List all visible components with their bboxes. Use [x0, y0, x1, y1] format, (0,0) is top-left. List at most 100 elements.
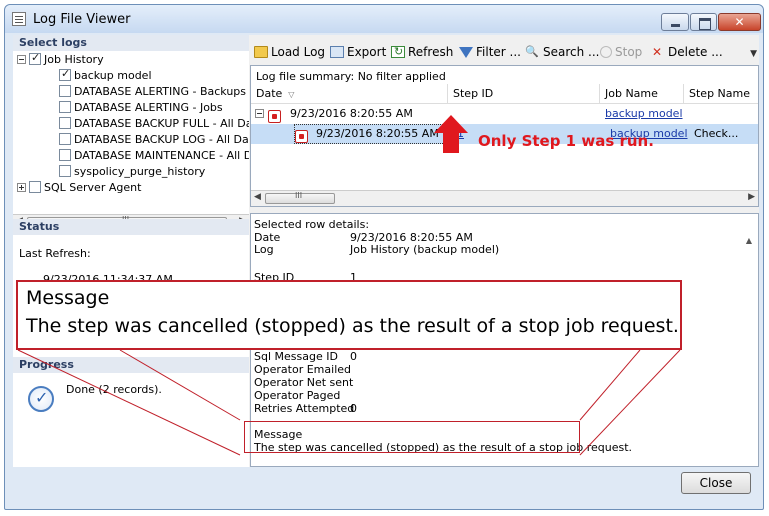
folder-icon	[254, 46, 268, 58]
sql-agent-checkbox[interactable]	[29, 181, 41, 193]
alerting-jobs-checkbox[interactable]	[59, 101, 71, 113]
column-header-label: Step ID	[453, 87, 494, 100]
row-date: 9/23/2016 8:20:55 AM	[290, 107, 413, 120]
scroll-up-icon[interactable]: ▲	[746, 236, 752, 245]
detail-label: Retries Attempted	[254, 402, 355, 415]
detail-value: 0	[350, 350, 357, 363]
export-icon	[330, 46, 344, 58]
detail-label: Operator Emailed	[254, 363, 352, 376]
window-close-button[interactable]: ✕	[718, 13, 761, 31]
tree-item-label: Job History	[44, 53, 104, 66]
column-header-job-name[interactable]: Job Name	[600, 84, 684, 104]
column-header-label: Job Name	[605, 87, 658, 100]
search-icon	[525, 43, 540, 61]
maximize-button[interactable]	[690, 13, 717, 31]
search-button[interactable]: Search ...	[525, 43, 600, 61]
load-log-button[interactable]: Load Log	[254, 43, 325, 61]
detail-value: 0	[350, 402, 357, 415]
progress-header: Progress	[13, 357, 249, 373]
tree-item-label: DATABASE BACKUP LOG - All Da	[74, 133, 249, 146]
syspolicy-checkbox[interactable]	[59, 165, 71, 177]
annotation-note: Only Step 1 was run.	[478, 132, 654, 150]
delete-label: Delete ...	[668, 45, 723, 59]
delete-icon	[651, 43, 665, 61]
row-job-name-link[interactable]: backup model	[605, 104, 683, 124]
refresh-label: Refresh	[408, 45, 454, 59]
tree-item-label: DATABASE MAINTENANCE - All Da	[74, 149, 249, 162]
stop-icon	[600, 46, 612, 58]
scroll-thumb[interactable]: III	[265, 191, 335, 204]
close-button[interactable]: Close	[681, 472, 751, 494]
sort-filter-icon: ▽	[288, 90, 295, 99]
detail-label: Log	[254, 243, 274, 256]
callout-text: The step was cancelled (stopped) as the …	[26, 315, 679, 337]
refresh-button[interactable]: Refresh	[391, 43, 453, 61]
backup-model-checkbox[interactable]	[59, 66, 71, 82]
progress-panel: Done (2 records).	[13, 373, 249, 467]
column-header-step-id[interactable]: Step ID	[448, 84, 600, 104]
tree-item-maintenance[interactable]: DATABASE MAINTENANCE - All Da	[59, 148, 249, 164]
filter-button[interactable]: Filter ...	[459, 43, 521, 61]
close-icon: ✕	[734, 15, 745, 29]
title-bar[interactable]: Log File Viewer ✕	[5, 5, 763, 33]
filter-icon	[459, 47, 473, 58]
scroll-left-icon[interactable]: ◀	[254, 192, 261, 202]
scroll-right-icon[interactable]: ▶	[748, 192, 755, 202]
column-header-step-name[interactable]: Step Name	[684, 84, 758, 104]
tree-item-syspolicy[interactable]: syspolicy_purge_history	[59, 164, 205, 180]
column-header-label: Step Name	[689, 87, 750, 100]
tree-item-label: backup model	[74, 69, 152, 82]
detail-label: Sql Message ID	[254, 350, 338, 363]
tree-item-label: DATABASE BACKUP FULL - All Dat	[74, 117, 249, 130]
tree-item-backup-full[interactable]: DATABASE BACKUP FULL - All Dat	[59, 116, 249, 132]
toolbar: Load Log Export Refresh Filter ... Searc…	[250, 41, 759, 63]
backup-full-checkbox[interactable]	[59, 117, 71, 129]
filter-label: Filter ...	[476, 45, 521, 59]
tree-item-label: SQL Server Agent	[44, 181, 142, 194]
grid-horizontal-scrollbar[interactable]: ◀ III ▶	[251, 190, 758, 206]
status-header: Status	[13, 219, 249, 235]
alerting-backups-checkbox[interactable]	[59, 85, 71, 97]
tree-item-backup-log[interactable]: DATABASE BACKUP LOG - All Da	[59, 132, 249, 148]
callout-title: Message	[26, 287, 110, 309]
stop-label: Stop	[615, 45, 643, 59]
maintenance-checkbox[interactable]	[59, 149, 71, 161]
select-logs-header: Select logs	[13, 35, 249, 51]
column-header-label: Date	[256, 87, 283, 100]
log-tree: Job History backup model DATABASE ALERTI…	[13, 51, 249, 214]
done-checkmark-icon	[28, 386, 54, 412]
toolbar-overflow-icon[interactable]: ▼	[750, 49, 757, 59]
message-callout: Message The step was cancelled (stopped)…	[16, 280, 682, 350]
backup-log-checkbox[interactable]	[59, 133, 71, 145]
last-refresh-label: Last Refresh:	[19, 247, 91, 260]
scroll-grip: III	[295, 191, 303, 200]
log-summary: Log file summary: No filter applied	[256, 70, 446, 83]
red-up-arrow-icon	[434, 115, 468, 153]
job-history-checkbox[interactable]	[29, 51, 41, 66]
dialog-footer	[21, 499, 767, 516]
detail-label: Operator Net sent	[254, 376, 354, 389]
export-label: Export	[347, 45, 387, 59]
tree-item-sql-server-agent[interactable]: SQL Server Agent	[17, 180, 141, 196]
tree-item-label: DATABASE ALERTING - Jobs	[74, 101, 223, 114]
detail-value: Job History (backup model)	[350, 243, 500, 256]
minimize-button[interactable]	[661, 13, 689, 31]
tree-item-alerting-jobs[interactable]: DATABASE ALERTING - Jobs	[59, 100, 223, 116]
tree-item-alerting-backups[interactable]: DATABASE ALERTING - Backups	[59, 84, 246, 100]
tree-item-backup-model[interactable]: backup model	[59, 66, 152, 84]
table-row[interactable]: 9/23/2016 8:20:55 AM backup model	[251, 104, 758, 124]
expand-icon[interactable]	[17, 183, 26, 192]
collapse-icon[interactable]	[17, 55, 26, 64]
delete-button[interactable]: Delete ...	[651, 43, 723, 61]
detail-label: Operator Paged	[254, 389, 341, 402]
column-header-date[interactable]: Date ▽	[251, 84, 448, 104]
progress-text: Done (2 records).	[66, 383, 162, 396]
row-date: 9/23/2016 8:20:55 AM	[316, 127, 439, 140]
window-title: Log File Viewer	[33, 12, 131, 27]
tree-item-label: syspolicy_purge_history	[74, 165, 206, 178]
export-button[interactable]: Export	[330, 43, 386, 61]
stop-button[interactable]: Stop	[600, 43, 642, 61]
row-step-name: Check...	[694, 127, 739, 140]
collapse-row-icon[interactable]	[255, 104, 264, 124]
search-label: Search ...	[543, 45, 600, 59]
